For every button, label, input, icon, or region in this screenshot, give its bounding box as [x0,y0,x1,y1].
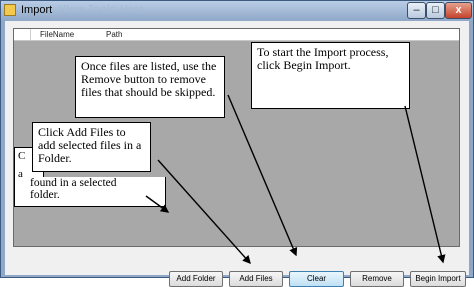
callout-add-files: Click Add Files to add selected files in… [32,122,151,172]
callout-begin-import: To start the Import process, click Begin… [251,42,410,109]
minimize-button[interactable]: – [407,2,426,19]
clear-button[interactable]: Clear [289,271,344,287]
begin-import-button[interactable]: Begin Import [410,271,466,287]
title-bar[interactable]: Import View Tools Help – □ x [1,1,473,21]
column-filename[interactable]: FileName [40,30,74,39]
column-select[interactable] [14,29,31,40]
callout-line: folder. [30,189,60,201]
window-title-obscured: View Tools Help [59,4,145,15]
callout-remove: Once files are listed, use the Remove bu… [75,56,225,118]
maximize-button[interactable]: □ [426,2,445,19]
add-folder-button[interactable]: Add Folder [169,271,223,287]
app-icon [4,4,16,16]
window-title: Import [21,4,53,16]
add-files-button[interactable]: Add Files [229,271,283,287]
callout-add-folder: found in a selected folder. [30,177,166,207]
close-button[interactable]: x [445,2,472,19]
file-list-header: FileName Path [14,29,459,41]
column-path[interactable]: Path [106,30,122,39]
remove-button[interactable]: Remove [350,271,404,287]
